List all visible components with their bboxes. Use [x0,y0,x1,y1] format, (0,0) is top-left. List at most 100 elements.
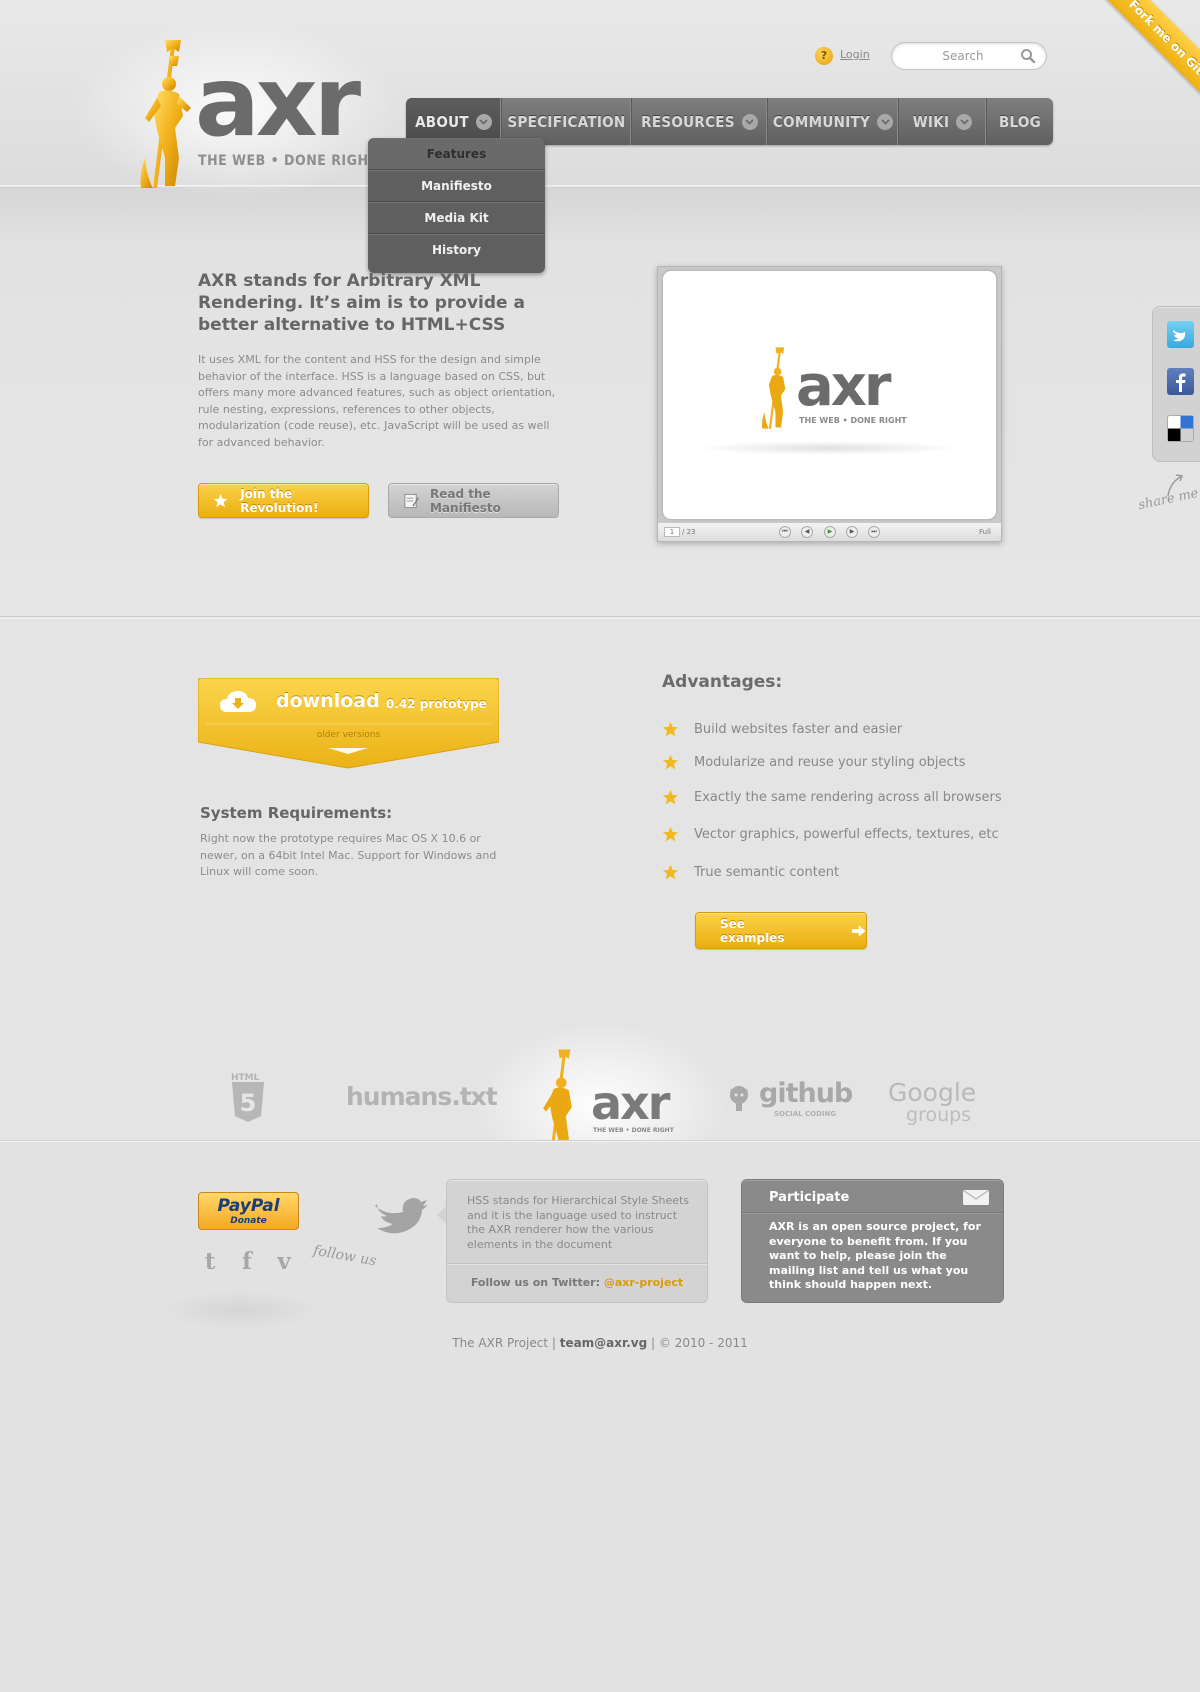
advantage-text: Build websites faster and easier [694,722,903,737]
divider [0,618,1200,619]
join-revolution-button[interactable]: Join the Revolution! [198,483,369,518]
github-ribbon-container: Fork me on GitHub [1040,0,1200,160]
twitter-icon[interactable] [1167,321,1194,348]
about-dropdown-menu: Features Manifiesto Media Kit History [368,138,545,273]
html5-shield-icon[interactable]: 5 [230,1082,266,1122]
key-icon[interactable]: ? [815,47,833,65]
slideshow-controls: 1 / 23 ⏮ ◀ ▶ ▶ ⏭ Full [658,523,1001,541]
chevron-down-icon [956,113,973,130]
star-icon [662,826,679,842]
advantage-item: True semantic content [662,864,839,881]
nav-item-label: SPECIFICATION [507,112,626,131]
hero-title: AXR stands for Arbitrary XML Rendering. … [198,271,525,335]
last-slide-icon[interactable]: ⏭ [868,526,880,538]
system-requirements-title: System Requirements: [200,804,393,822]
partner-logos: HTML 5 humans.txt axr THE WEB • DONE RIG… [0,1020,1200,1162]
latest-tweet-box: HSS stands for Hierarchical Style Sheets… [446,1179,708,1303]
read-manifesto-label: Read the Manifiesto [429,486,501,515]
nav-item-wiki[interactable]: WIKI [899,98,987,145]
star-icon [662,864,679,880]
advantage-item: Modularize and reuse your styling object… [662,754,966,771]
participate-header: Participate [742,1180,1003,1213]
nav-item-label: COMMUNITY [772,112,871,131]
humans-txt-logo[interactable]: humans.txt [346,1082,498,1111]
slide-logo-wordmark: axr [796,354,892,419]
advantage-item: Build websites faster and easier [662,721,902,738]
login-link[interactable]: Login [840,48,870,61]
share-strip [1152,306,1200,462]
axr-center-logo[interactable]: axr [591,1080,670,1126]
facebook-icon[interactable] [1167,368,1194,395]
svg-text:5: 5 [240,1089,257,1117]
google-groups-sub: groups [906,1104,972,1126]
slide-page-input[interactable]: 1 [664,527,680,537]
participate-title: Participate [769,1190,850,1205]
slide-logo-tagline: THE WEB • DONE RIGHT [799,416,907,425]
facebook-icon[interactable]: f [235,1250,259,1274]
arrow-right-icon [851,924,866,937]
footer-shadow [160,1290,320,1330]
nav-item-label: BLOG [998,112,1042,131]
play-icon[interactable]: ▶ [824,526,836,538]
advantage-text: Vector graphics, powerful effects, textu… [694,827,999,842]
search-box[interactable] [891,42,1047,70]
advantage-text: Exactly the same rendering across all br… [694,790,1002,805]
paypal-donate-label: Donate [230,1216,267,1226]
dropdown-item-manifiesto[interactable]: Manifiesto [368,170,545,202]
delicious-icon[interactable] [1167,415,1194,442]
cloud-download-icon [220,691,256,712]
participate-text: AXR is an open source project, for every… [769,1220,981,1291]
star-icon [662,754,679,770]
slide-content: axr THE WEB • DONE RIGHT [663,271,996,519]
download-button[interactable]: download 0.42 prototype older versions [198,678,499,770]
fullscreen-button[interactable]: Full [979,527,991,537]
slideshow-viewer[interactable]: axr THE WEB • DONE RIGHT 1 / 23 ⏮ ◀ ▶ ▶ … [657,266,1002,542]
nav-item-community[interactable]: COMMUNITY [768,98,899,145]
chevron-down-icon [741,113,758,130]
nav-item-label: WIKI [912,112,950,131]
advantage-item: Exactly the same rendering across all br… [662,789,1002,806]
dropdown-item-features[interactable]: Features [368,138,545,170]
paypal-logo: PayPal [217,1196,280,1216]
search-input[interactable] [908,48,1018,64]
document-edit-icon [404,493,420,508]
previous-slide-icon[interactable]: ◀ [801,526,813,538]
download-version: 0.42 prototype [386,697,487,711]
contact-email-link[interactable]: team@axr.vg [560,1336,648,1350]
next-slide-icon[interactable]: ▶ [846,526,858,538]
axr-center-tagline: THE WEB • DONE RIGHT [593,1127,674,1134]
star-icon [662,789,679,805]
advantage-item: Vector graphics, powerful effects, textu… [662,826,999,843]
github-logo[interactable]: github [759,1078,853,1109]
google-groups-logo[interactable]: Google [888,1078,976,1107]
nav-item-label: ABOUT [415,112,469,131]
hero-body: It uses XML for the content and HSS for … [198,353,556,449]
fork-on-github-ribbon[interactable]: Fork me on GitHub [1087,0,1200,136]
search-icon[interactable] [1020,48,1036,64]
twitter-icon[interactable]: t [198,1250,222,1274]
slide-total-pages: / 23 [682,528,696,536]
chevron-down-icon [877,113,894,130]
slide-logo-shadow [693,441,963,455]
twitter-follow-prefix: Follow us on Twitter: [470,1276,604,1289]
see-examples-button[interactable]: See examples [695,912,867,949]
star-icon [213,493,228,507]
vimeo-icon[interactable]: v [272,1250,296,1274]
axr-statue-logo-icon[interactable] [135,38,197,190]
copyright-prefix: The AXR Project | [452,1336,560,1350]
nav-item-resources[interactable]: RESOURCES [632,98,768,145]
copyright-suffix: | © 2010 - 2011 [647,1336,748,1350]
dropdown-item-history[interactable]: History [368,234,545,266]
hero-band [0,187,1200,617]
mail-icon[interactable] [963,1190,989,1205]
paypal-donate-button[interactable]: PayPal Donate [198,1192,299,1230]
star-icon [662,721,679,737]
older-versions-link[interactable]: older versions [198,730,499,740]
twitter-follow-line: Follow us on Twitter: @axr-project [447,1276,707,1289]
divider [447,1263,707,1264]
read-manifesto-button[interactable]: Read the Manifiesto [388,483,559,518]
first-slide-icon[interactable]: ⏮ [779,526,791,538]
dropdown-item-media-kit[interactable]: Media Kit [368,202,545,234]
logo-wordmark[interactable]: axr [195,52,361,152]
twitter-handle-link[interactable]: @axr-project [604,1276,683,1289]
